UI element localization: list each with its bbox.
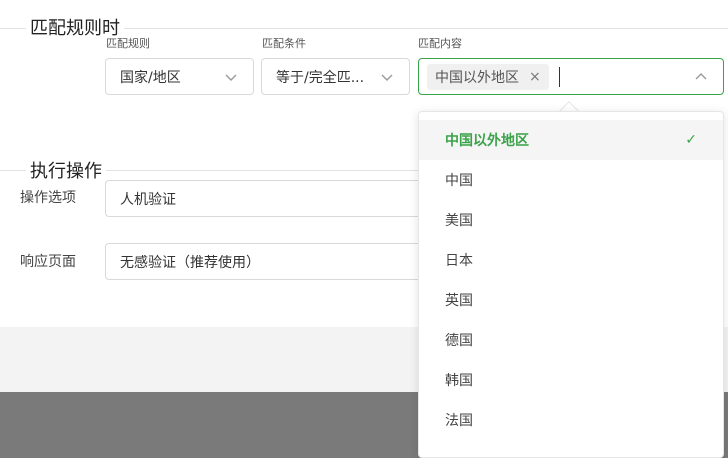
action-option-label: 操作选项: [20, 190, 76, 206]
dropdown-option-label: 英国: [445, 293, 473, 309]
match-content-label: 匹配内容: [418, 37, 462, 50]
match-rule-value: 国家/地区: [120, 69, 181, 86]
dropdown-option-label: 韩国: [445, 373, 473, 389]
match-condition-select[interactable]: 等于/完全匹...: [261, 58, 410, 95]
response-page-value: 无感验证（推荐使用）: [120, 254, 260, 271]
dropdown-option[interactable]: 中国: [419, 160, 723, 200]
dropdown-option[interactable]: 德国: [419, 320, 723, 360]
dropdown-option[interactable]: 中国以外地区 ✓: [419, 120, 723, 160]
match-content-dropdown: 中国以外地区 ✓ 中国美国日本英国德国韩国法国: [418, 111, 724, 458]
action-section-title: 执行操作: [26, 161, 106, 183]
dropdown-option-label: 中国: [445, 173, 473, 189]
dropdown-option[interactable]: 美国: [419, 200, 723, 240]
response-page-select[interactable]: 无感验证（推荐使用）: [105, 243, 435, 280]
dropdown-option[interactable]: 韩国: [419, 360, 723, 400]
match-rule-label: 匹配规则: [106, 37, 150, 50]
dropdown-option[interactable]: 英国: [419, 280, 723, 320]
match-condition-label: 匹配条件: [262, 37, 306, 50]
dropdown-option-label: 中国以外地区: [445, 133, 529, 149]
action-option-select[interactable]: 人机验证: [105, 180, 435, 217]
text-cursor: [558, 66, 560, 87]
dropdown-option-label: 日本: [445, 253, 473, 269]
check-icon: ✓: [685, 132, 697, 148]
dropdown-option-label: 德国: [445, 333, 473, 349]
close-icon[interactable]: ×: [529, 69, 541, 85]
dropdown-option[interactable]: 日本: [419, 240, 723, 280]
dropdown-option-label: 法国: [445, 413, 473, 429]
selected-tag-label: 中国以外地区: [435, 69, 519, 86]
response-page-label: 响应页面: [20, 254, 76, 270]
chevron-down-icon: [379, 69, 395, 85]
dropdown-option-label: 美国: [445, 213, 473, 229]
action-option-value: 人机验证: [120, 191, 176, 208]
chevron-down-icon: [223, 69, 239, 85]
match-condition-value: 等于/完全匹...: [276, 69, 365, 86]
selected-tag: 中国以外地区 ×: [427, 63, 549, 90]
chevron-up-icon[interactable]: [693, 69, 709, 85]
dropdown-option[interactable]: 法国: [419, 400, 723, 440]
match-content-multiselect[interactable]: 中国以外地区 ×: [418, 58, 724, 95]
match-rule-select[interactable]: 国家/地区: [105, 58, 254, 95]
